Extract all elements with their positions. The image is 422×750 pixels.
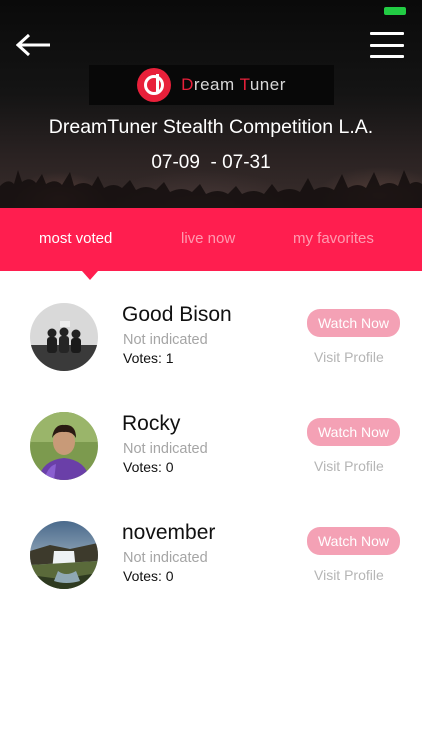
tab-bar: most voted live now my favorites — [0, 208, 422, 271]
list-item: Rocky Not indicated Votes: 0 Watch Now V… — [0, 394, 422, 503]
dreamtuner-logo-mark — [137, 68, 172, 102]
tab-most-voted[interactable]: most voted — [39, 230, 112, 247]
back-arrow-icon — [16, 33, 50, 57]
avatar[interactable] — [30, 412, 98, 480]
contestant-name: november — [122, 521, 216, 544]
event-dates: 07-09 - 07-31 — [151, 152, 271, 173]
tab-my-favorites[interactable]: my favorites — [293, 230, 374, 247]
visit-profile-link[interactable]: Visit Profile — [314, 567, 384, 583]
logo-wordmark: Dream Tuner — [181, 75, 286, 94]
battery-icon — [384, 7, 406, 15]
contestant-location: Not indicated — [123, 550, 208, 566]
event-title: DreamTuner Stealth Competition L.A. — [48, 116, 374, 138]
contestant-name: Rocky — [122, 412, 181, 435]
dreamtuner-logo: Dream Tuner — [89, 65, 334, 105]
watch-now-button[interactable]: Watch Now — [307, 309, 400, 337]
back-button[interactable] — [16, 30, 56, 60]
menu-line — [370, 32, 404, 35]
menu-line — [370, 43, 404, 47]
menu-line — [370, 55, 404, 58]
visit-profile-link[interactable]: Visit Profile — [314, 458, 384, 474]
watch-now-button[interactable]: Watch Now — [307, 418, 400, 446]
list-item: Good Bison Not indicated Votes: 1 Watch … — [0, 285, 422, 394]
event-header: Dream Tuner DreamTuner Stealth Competiti… — [0, 0, 422, 208]
vote-count: Votes: 0 — [123, 568, 174, 584]
contestant-name: Good Bison — [122, 303, 232, 326]
avatar[interactable] — [30, 521, 98, 589]
active-tab-indicator — [82, 271, 98, 280]
contestant-location: Not indicated — [123, 332, 208, 348]
contestant-location: Not indicated — [123, 441, 208, 457]
contestant-list: Good Bison Not indicated Votes: 1 Watch … — [0, 285, 422, 612]
vote-count: Votes: 1 — [123, 350, 174, 366]
avatar[interactable] — [30, 303, 98, 371]
list-item: november Not indicated Votes: 0 Watch No… — [0, 503, 422, 612]
menu-button[interactable] — [370, 32, 404, 58]
watch-now-button[interactable]: Watch Now — [307, 527, 400, 555]
visit-profile-link[interactable]: Visit Profile — [314, 349, 384, 365]
tab-live-now[interactable]: live now — [181, 230, 235, 247]
vote-count: Votes: 0 — [123, 459, 174, 475]
